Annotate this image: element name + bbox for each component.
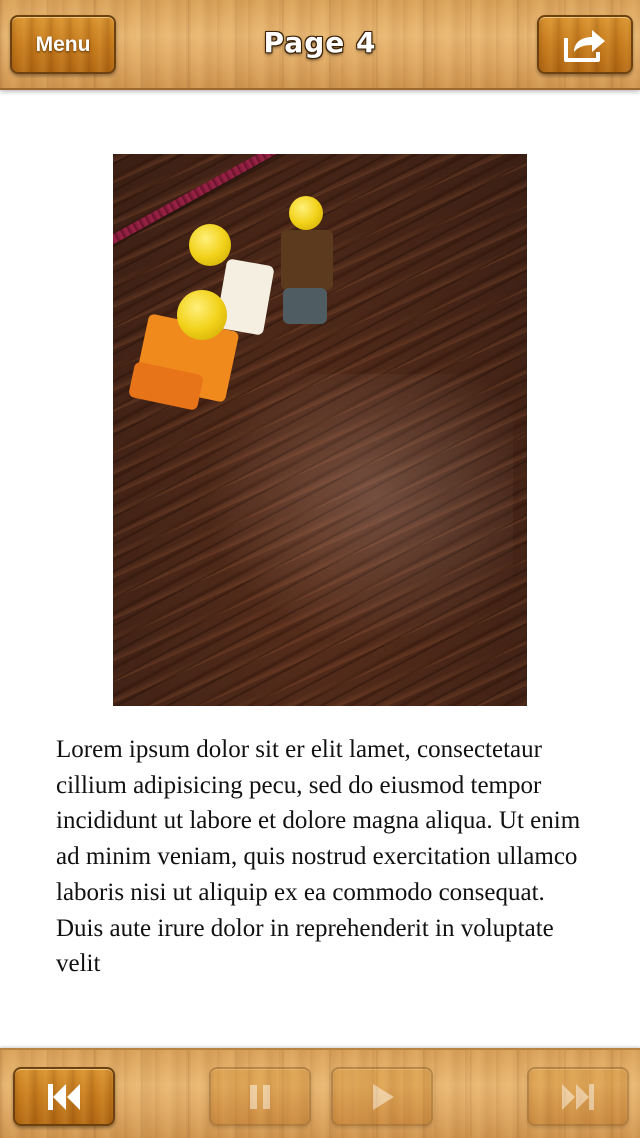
figure-head-1	[189, 224, 231, 266]
share-button[interactable]	[537, 15, 633, 74]
figure-brown-body	[281, 230, 333, 290]
play-icon	[373, 1083, 394, 1110]
pause-button[interactable]	[209, 1067, 311, 1126]
photo-glare	[173, 374, 513, 674]
play-button[interactable]	[331, 1067, 433, 1126]
share-icon	[564, 29, 605, 62]
bottom-toolbar	[0, 1048, 640, 1138]
rewind-button[interactable]	[13, 1067, 115, 1126]
skip-next-icon	[562, 1083, 594, 1110]
figure-grey-legs	[283, 288, 327, 324]
skip-next-button[interactable]	[527, 1067, 629, 1126]
rope	[113, 154, 384, 255]
figure-head-3	[177, 290, 227, 340]
rewind-icon	[48, 1083, 80, 1110]
pause-icon	[250, 1084, 270, 1109]
top-toolbar: Menu Page 4	[0, 0, 640, 90]
figure-head-2	[289, 196, 323, 230]
page-body-text: Lorem ipsum dolor sit er elit lamet, con…	[56, 736, 581, 978]
page-photo	[113, 154, 527, 706]
